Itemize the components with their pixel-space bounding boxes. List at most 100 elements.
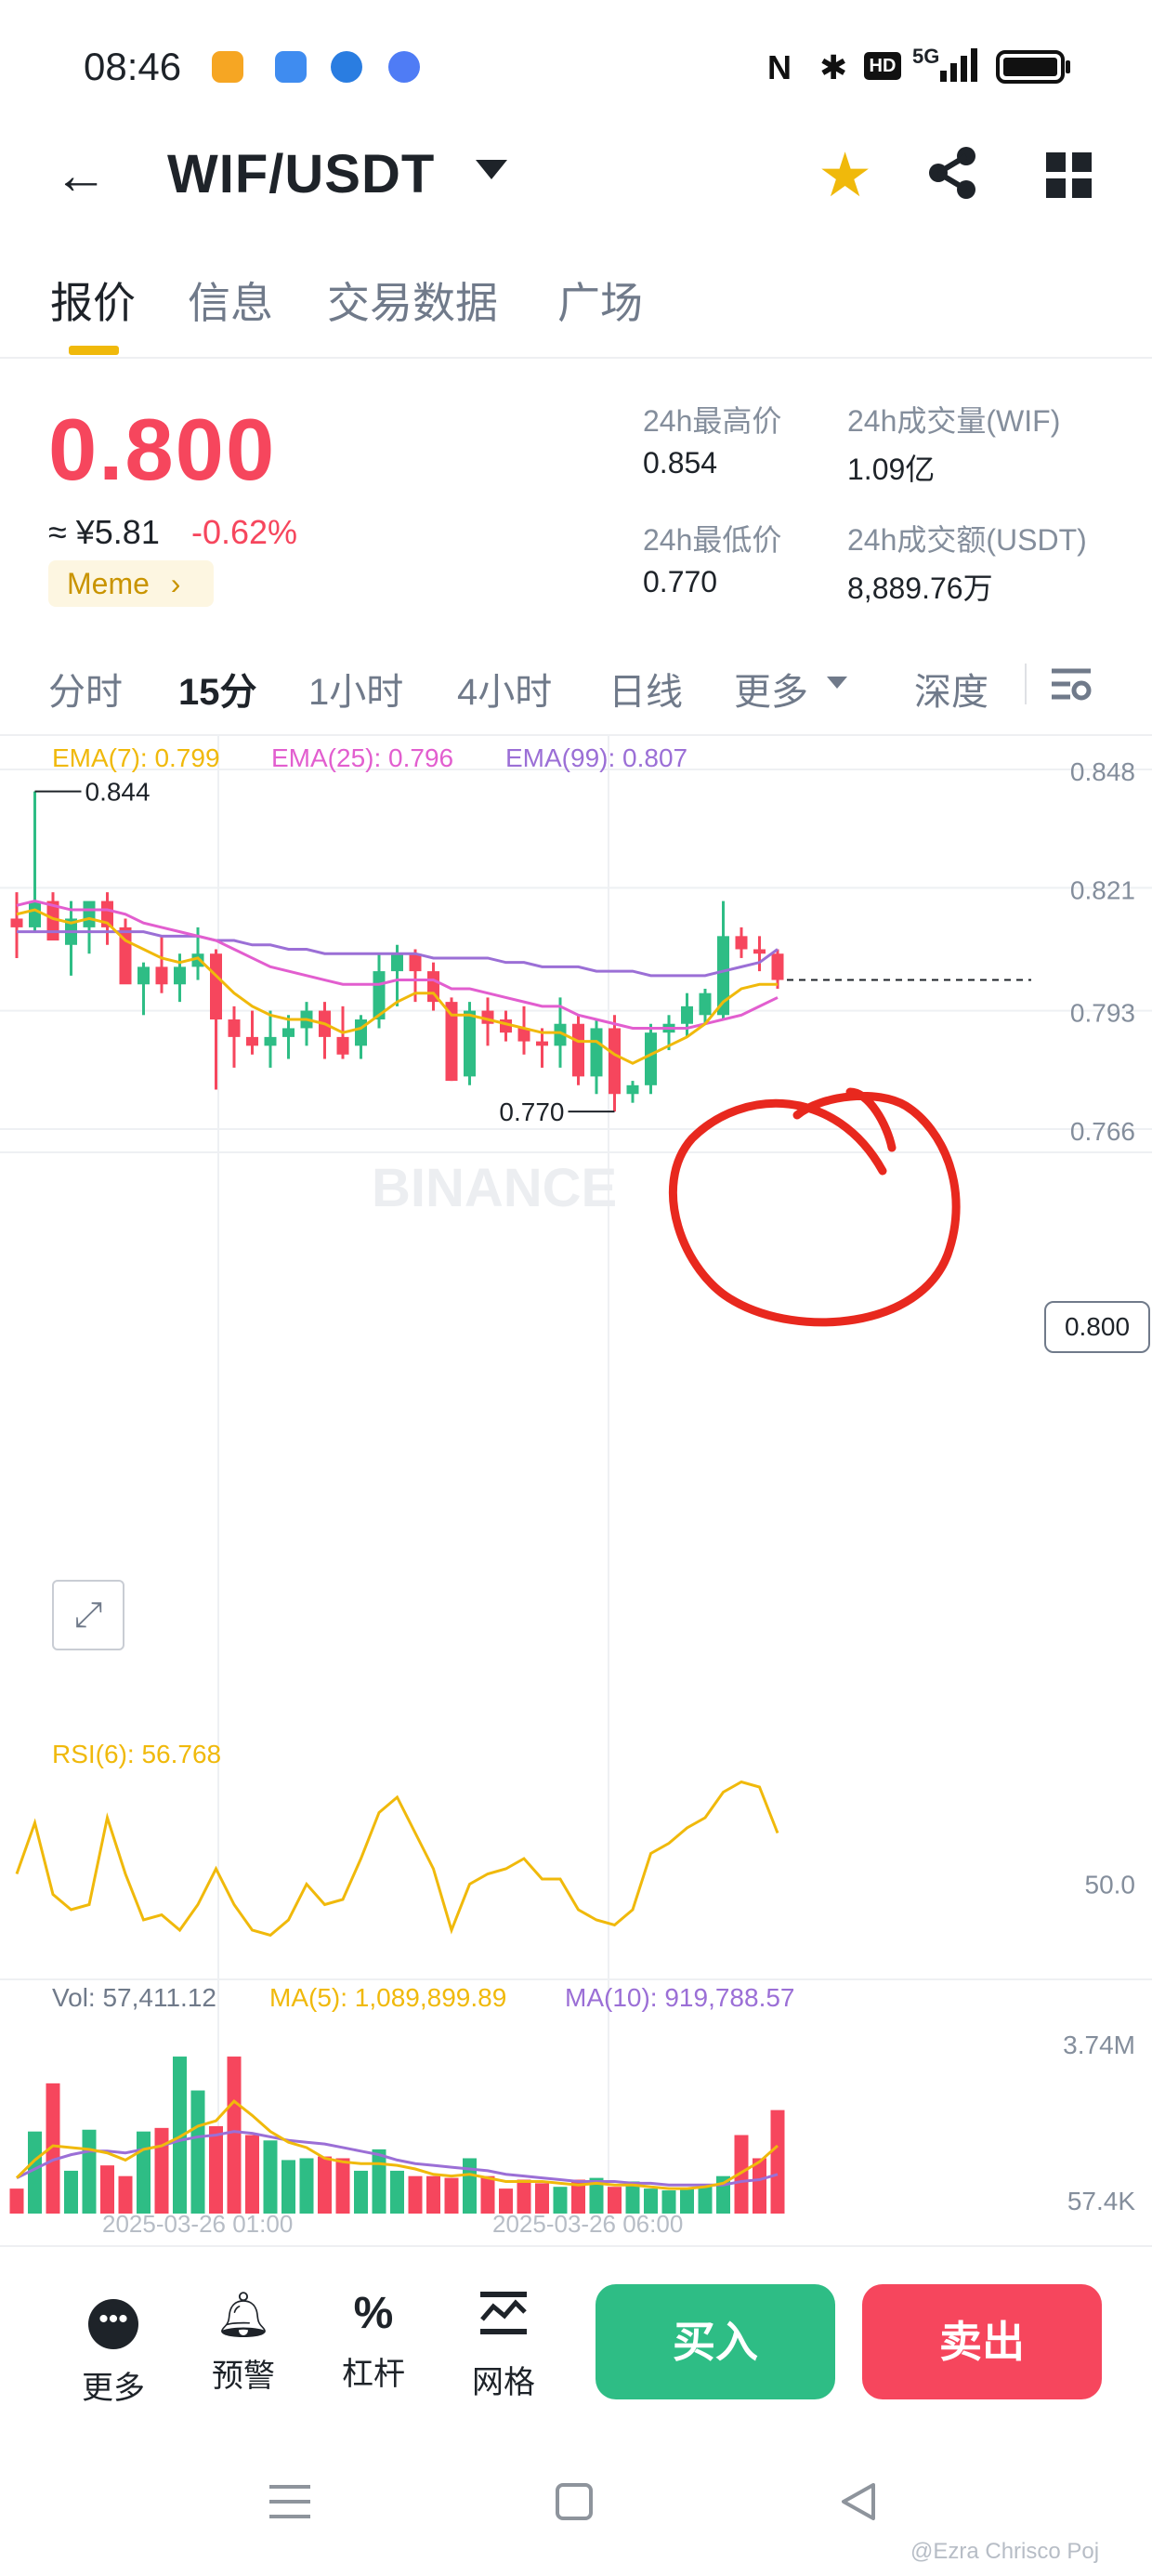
- candle-body: [228, 1019, 241, 1037]
- pair-title[interactable]: WIF/USDT: [167, 143, 435, 205]
- home-nav-icon[interactable]: [556, 2483, 593, 2520]
- divider: [1025, 664, 1027, 704]
- volume-ma10-label: MA(10): 919,788.57: [565, 1983, 795, 2012]
- fullscreen-expand-icon[interactable]: ⤢: [52, 1580, 124, 1650]
- candle-body: [210, 953, 222, 1020]
- volume-bar: [318, 2156, 332, 2214]
- star-icon[interactable]: ★: [818, 139, 872, 211]
- volume-bar: [118, 2175, 133, 2214]
- leverage-button[interactable]: % 杠杆: [318, 2288, 429, 2394]
- volume-bar: [209, 2125, 223, 2214]
- time-axis-label: 2025-03-26 01:00: [102, 2210, 293, 2238]
- price-axis-label: 0.821: [1070, 875, 1135, 904]
- rsi-axis-label: 50.0: [1085, 1871, 1136, 1899]
- tab-trading-data[interactable]: 交易数据: [327, 269, 498, 331]
- menu-nav-icon[interactable]: [269, 2483, 310, 2520]
- price-axis-label: 0.848: [1070, 757, 1135, 786]
- red-circle-annotation: [668, 1087, 961, 1327]
- volume-bar: [426, 2175, 440, 2214]
- network-type: 5G: [912, 45, 940, 68]
- status-time: 08:46: [84, 45, 182, 88]
- grid-menu-icon[interactable]: [1046, 152, 1093, 199]
- grid-trading-button[interactable]: 网格: [448, 2288, 559, 2402]
- sell-button[interactable]: 卖出: [862, 2284, 1102, 2399]
- volume-bar: [444, 2177, 459, 2214]
- app-notification-icon: [275, 51, 307, 83]
- depth-tab[interactable]: 深度: [914, 662, 988, 716]
- price-chart[interactable]: BINANCE 0.848 0.821 0.793 0.766 0.844 0.770 5…: [0, 734, 1152, 2240]
- candle-body: [83, 900, 96, 927]
- volume-bar: [227, 2057, 242, 2214]
- candle-body: [391, 953, 403, 972]
- grid-trading-label: 网格: [472, 2365, 535, 2400]
- watermark-text: @Ezra Chrisco Poj: [910, 2539, 1100, 2564]
- candle-body: [590, 1028, 603, 1077]
- candle-body: [609, 1028, 621, 1095]
- binance-watermark: BINANCE: [372, 1158, 617, 1218]
- buy-button[interactable]: 买入: [596, 2284, 835, 2399]
- candle-body: [246, 1036, 258, 1046]
- leverage-label: 杠杆: [342, 2357, 405, 2392]
- status-bar: 08:46 N ✱ HD 5G: [0, 0, 1152, 139]
- volume-bar: [100, 2165, 114, 2214]
- tab-info[interactable]: 信息: [188, 269, 273, 331]
- back-nav-icon[interactable]: [840, 2481, 877, 2522]
- category-tag-button[interactable]: Meme ›: [48, 560, 214, 607]
- alert-button[interactable]: 🔔︎ 预警: [188, 2288, 299, 2396]
- volume-bar: [82, 2129, 97, 2214]
- low-price-label: 0.770: [499, 1097, 564, 1126]
- divider: [0, 2245, 1152, 2247]
- stat-value: 0.854: [643, 446, 718, 480]
- alert-label: 预警: [212, 2359, 275, 2394]
- chevron-down-icon[interactable]: [827, 677, 847, 689]
- chart-settings-icon[interactable]: [1050, 665, 1093, 704]
- candle-body: [753, 949, 766, 954]
- stat-label: 24h成交量(WIF): [847, 404, 1061, 438]
- volume-bar: [480, 2175, 495, 2214]
- timeframe-line[interactable]: 分时: [48, 662, 123, 716]
- back-arrow-icon[interactable]: ←: [54, 144, 108, 206]
- candle-body: [735, 936, 748, 950]
- candle-body: [771, 953, 784, 980]
- rsi-line: [15, 1780, 779, 1938]
- volume-bar: [390, 2170, 404, 2214]
- ema25-label: EMA(25): 0.796: [271, 743, 454, 772]
- price-cny: ≈ ¥5.81: [48, 513, 160, 551]
- stat-value: 0.770: [643, 565, 718, 598]
- tab-square[interactable]: 广场: [557, 269, 643, 331]
- stat-label: 24h成交额(USDT): [847, 523, 1087, 557]
- volume-bar: [245, 2135, 259, 2214]
- volume-axis-label: 3.74M: [1063, 2031, 1135, 2059]
- volume-bar: [372, 2149, 386, 2214]
- timeframe-1d[interactable]: 日线: [609, 662, 683, 716]
- volume-bar: [408, 2175, 423, 2214]
- volume-bar: [753, 2158, 766, 2214]
- volume-axis-label: 57.4K: [1067, 2187, 1135, 2215]
- timeframe-4h[interactable]: 4小时: [457, 662, 552, 716]
- share-icon[interactable]: [925, 145, 981, 201]
- volume-bar: [64, 2170, 78, 2214]
- candle-body: [336, 1036, 349, 1055]
- candle-body: [626, 1084, 639, 1095]
- timeframe-1h[interactable]: 1小时: [308, 662, 403, 716]
- volume-bar: [281, 2160, 295, 2214]
- tag-label: Meme: [67, 567, 150, 600]
- more-button[interactable]: ••• 更多: [58, 2288, 169, 2408]
- current-price-tag: 0.800: [1044, 1301, 1150, 1353]
- timeframe-15m[interactable]: 15分: [178, 662, 257, 716]
- candle-body: [699, 992, 712, 1016]
- ema99-label: EMA(99): 0.807: [505, 743, 688, 772]
- candle-body: [155, 966, 168, 985]
- price-axis-label: 0.766: [1070, 1117, 1135, 1146]
- high-price-label: 0.844: [85, 778, 151, 807]
- chevron-down-icon[interactable]: [476, 160, 507, 179]
- candle-body: [681, 1005, 693, 1024]
- grid-trading-icon: [448, 2288, 559, 2349]
- timeframe-more[interactable]: 更多: [734, 662, 808, 716]
- volume-bar: [190, 2090, 205, 2214]
- volume-bar: [517, 2179, 531, 2214]
- tab-quote[interactable]: 报价: [50, 269, 136, 331]
- bluetooth-icon: ✱: [819, 48, 848, 86]
- weibo-app-icon: [212, 51, 243, 83]
- candle-body: [282, 1028, 295, 1037]
